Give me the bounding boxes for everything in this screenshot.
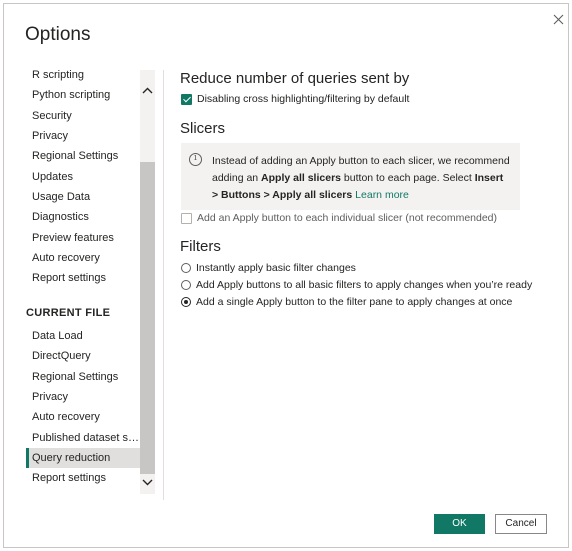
close-button[interactable] (549, 10, 569, 30)
slicers-info-text: Instead of adding an Apply button to eac… (212, 153, 512, 204)
sidebar-item-security[interactable]: Security (26, 106, 140, 126)
page-heading: Reduce number of queries sent by (180, 70, 410, 87)
sidebar-item-directquery[interactable]: DirectQuery (26, 346, 140, 366)
cross-highlight-label: Disabling cross highlighting/filtering b… (197, 93, 410, 105)
info-icon (189, 153, 202, 166)
filter-apply-each-label: Add Apply buttons to all basic filters t… (196, 279, 533, 291)
close-icon (553, 14, 564, 25)
sidebar-item-python-scripting[interactable]: Python scripting (26, 85, 140, 105)
slicers-info-box: Instead of adding an Apply button to eac… (181, 143, 520, 210)
chevron-down-icon (142, 479, 153, 486)
filter-option-single-apply[interactable]: Add a single Apply button to the filter … (181, 294, 512, 310)
dialog-title: Options (25, 24, 91, 45)
sidebar-item-report-settings[interactable]: Report settings (26, 268, 140, 288)
scroll-down-button[interactable] (140, 475, 155, 489)
sidebar-item-query-reduction[interactable]: Query reduction (26, 448, 140, 468)
info-text-bold1: Apply all slicers (261, 172, 342, 184)
sidebar-item-diagnostics[interactable]: Diagnostics (26, 207, 140, 227)
scroll-up-button[interactable] (140, 84, 155, 98)
sidebar-scrollbar[interactable] (140, 70, 155, 494)
apply-each-slicer-checkbox[interactable] (181, 212, 192, 224)
cross-highlight-checkbox[interactable] (181, 93, 192, 105)
apply-each-slicer-label: Add an Apply button to each individual s… (197, 212, 498, 224)
filter-option-instant[interactable]: Instantly apply basic filter changes (181, 260, 356, 276)
slicers-heading: Slicers (180, 120, 226, 137)
filters-heading: Filters (180, 238, 221, 255)
sidebar-item-published-dataset-settings[interactable]: Published dataset set... (26, 428, 140, 448)
filter-instant-label: Instantly apply basic filter changes (196, 262, 356, 274)
sidebar-item-file-regional-settings[interactable]: Regional Settings (26, 367, 140, 387)
sidebar-item-regional-settings[interactable]: Regional Settings (26, 146, 140, 166)
cross-highlight-option[interactable]: Disabling cross highlighting/filtering b… (181, 91, 409, 107)
sidebar-item-file-report-settings[interactable]: Report settings (26, 468, 140, 488)
filter-single-apply-radio[interactable] (181, 297, 191, 307)
sidebar-item-auto-recovery[interactable]: Auto recovery (26, 248, 140, 268)
scroll-thumb[interactable] (140, 162, 155, 474)
apply-each-slicer-option[interactable]: Add an Apply button to each individual s… (181, 210, 497, 226)
sidebar-item-usage-data[interactable]: Usage Data (26, 187, 140, 207)
chevron-up-icon (142, 87, 153, 94)
sidebar-item-data-load[interactable]: Data Load (26, 326, 140, 346)
sidebar-item-r-scripting[interactable]: R scripting (26, 65, 140, 85)
sidebar-item-file-auto-recovery[interactable]: Auto recovery (26, 407, 140, 427)
filter-single-apply-label: Add a single Apply button to the filter … (196, 296, 513, 308)
sidebar-nav: R scripting Python scripting Security Pr… (25, 65, 155, 505)
learn-more-link[interactable]: Learn more (355, 189, 409, 201)
options-dialog: Options R scripting Python scripting Sec… (3, 3, 569, 548)
info-text-part2: button to each page. Select (341, 172, 475, 184)
sidebar-item-file-privacy[interactable]: Privacy (26, 387, 140, 407)
sidebar-item-preview-features[interactable]: Preview features (26, 228, 140, 248)
filter-apply-each-radio[interactable] (181, 280, 191, 290)
ok-button[interactable]: OK (434, 514, 485, 534)
pane-divider (163, 70, 164, 500)
filter-option-apply-each[interactable]: Add Apply buttons to all basic filters t… (181, 277, 532, 293)
sidebar-item-privacy[interactable]: Privacy (26, 126, 140, 146)
cancel-button[interactable]: Cancel (495, 514, 547, 534)
current-file-header: CURRENT FILE (26, 307, 111, 319)
filter-instant-radio[interactable] (181, 263, 191, 273)
sidebar-item-updates[interactable]: Updates (26, 167, 140, 187)
